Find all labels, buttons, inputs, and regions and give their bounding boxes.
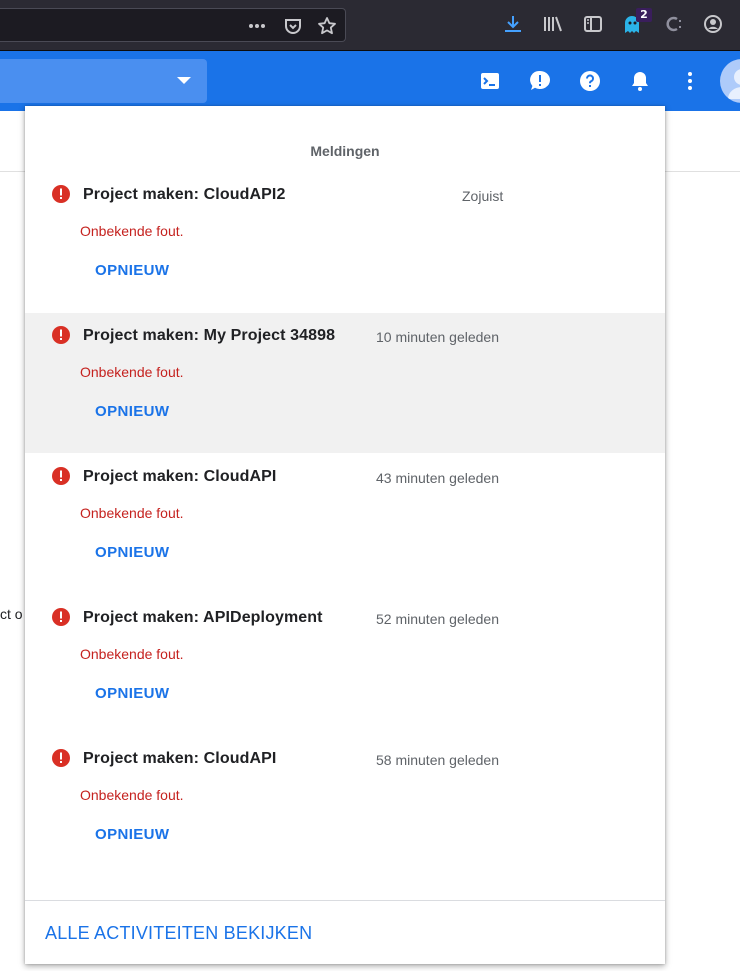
cloud-shell-icon[interactable] [478,69,502,93]
project-selector[interactable] [0,59,207,103]
account-icon[interactable] [702,13,724,35]
retry-button[interactable]: OPNIEUW [95,685,169,702]
notification-title: Project maken: My Project 34898 [83,327,336,344]
notification-time: 58 minuten geleden [376,752,499,768]
avatar[interactable] [720,59,740,103]
notifications-panel: Meldingen Project maken: CloudAPI2 Zojui… [25,106,665,964]
notification-time: Zojuist [462,188,504,204]
notification-time: 10 minuten geleden [376,329,499,345]
notification-time: 52 minuten geleden [376,611,499,627]
error-icon [52,749,70,767]
panel-divider [25,900,665,901]
avatar-person-icon [728,69,740,99]
notification-item[interactable]: Project maken: CloudAPI 58 minuten geled… [25,742,665,883]
notification-item[interactable]: Project maken: CloudAPI2 Zojuist Onbeken… [25,178,665,319]
error-icon [52,467,70,485]
error-icon [52,185,70,203]
notification-item[interactable]: Project maken: APIDeployment 52 minuten … [25,601,665,742]
error-icon [52,608,70,626]
notification-item[interactable]: Project maken: CloudAPI 43 minuten geled… [25,460,665,601]
download-icon[interactable] [502,13,524,35]
notification-title: Project maken: APIDeployment [83,609,323,626]
notification-title: Project maken: CloudAPI [83,750,277,767]
panel-title: Meldingen [310,143,380,159]
notification-message: Onbekende fout. [80,787,184,803]
view-all-activities-link[interactable]: ALLE ACTIVITEITEN BEKIJKEN [45,923,312,944]
retry-button[interactable]: OPNIEUW [95,262,169,279]
notification-item[interactable]: Project maken: My Project 34898 10 minut… [25,313,665,453]
error-icon [52,326,70,344]
feedback-icon[interactable] [528,69,552,93]
more-vert-icon[interactable] [678,69,702,93]
library-icon[interactable] [542,13,564,35]
retry-button[interactable]: OPNIEUW [95,403,169,420]
c-extension-icon[interactable] [662,13,684,35]
url-bar[interactable] [0,8,346,42]
pocket-icon[interactable] [283,16,303,36]
extension-badge: 2 [636,8,652,22]
notification-title: Project maken: CloudAPI2 [83,186,286,203]
notification-time: 43 minuten geleden [376,470,499,486]
sidebar-icon[interactable] [582,13,604,35]
notification-message: Onbekende fout. [80,223,184,239]
notification-message: Onbekende fout. [80,364,184,380]
bookmark-star-icon[interactable] [317,16,337,36]
more-dots-icon[interactable] [247,16,267,36]
retry-button[interactable]: OPNIEUW [95,544,169,561]
notifications-icon[interactable] [628,69,652,93]
retry-button[interactable]: OPNIEUW [95,826,169,843]
app-header [0,51,740,111]
notification-title: Project maken: CloudAPI [83,468,277,485]
help-icon[interactable] [578,69,602,93]
background-text: ct o [0,606,23,622]
dropdown-arrow-icon[interactable] [177,77,191,84]
notification-message: Onbekende fout. [80,646,184,662]
browser-toolbar: 2 [0,0,740,51]
notification-message: Onbekende fout. [80,505,184,521]
